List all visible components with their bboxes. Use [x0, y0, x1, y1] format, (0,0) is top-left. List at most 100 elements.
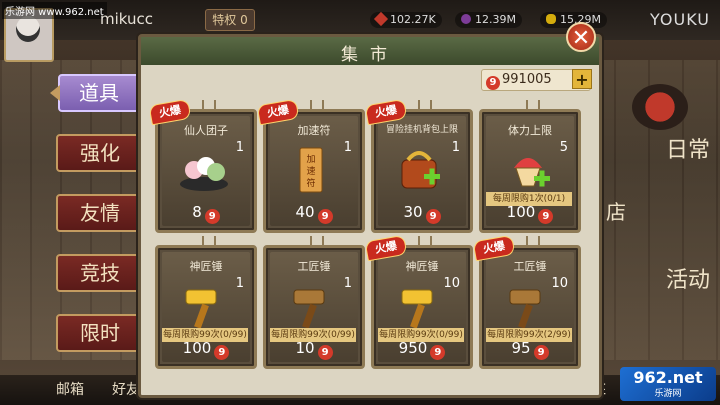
- item-quantity: 1: [343, 140, 352, 155]
- watermark-bottom: 962.net 乐游网: [620, 367, 716, 401]
- item-name: 工匠锤: [297, 260, 331, 273]
- svg-text:速: 速: [306, 166, 315, 177]
- item-quantity: 1: [343, 276, 352, 291]
- gold-hammer-icon: [185, 289, 217, 329]
- backpack-icon: [401, 151, 440, 189]
- item-card[interactable]: 神匠锤 1 每周限购99次(0/99) 100 9: [155, 236, 257, 369]
- item-card[interactable]: 火爆 工匠锤 10 每周限购99次(2/99) 95 9: [472, 234, 581, 369]
- hanging-hook-icon: [526, 100, 540, 112]
- tab-items-label: 道具: [79, 81, 119, 105]
- item-price: 95 9: [482, 339, 578, 360]
- watermark-top: 乐游网 www.962.net: [2, 2, 107, 19]
- hanging-hook-icon: [202, 100, 216, 112]
- item-name: 工匠锤: [513, 260, 547, 273]
- resource-sword: 102.27K: [370, 11, 442, 28]
- item-quantity: 1: [235, 140, 244, 155]
- item-name: 加速符: [297, 124, 331, 137]
- player-name: mikucc: [100, 10, 154, 28]
- tab-enhance[interactable]: 强化: [56, 134, 144, 172]
- item-card[interactable]: 体力上限 5 每周限购1次(0/1) 100 9: [479, 100, 581, 233]
- active-tab-arrow-icon: [50, 85, 60, 101]
- svg-text:加: 加: [306, 154, 315, 165]
- youku-watermark: YOUKU: [650, 10, 710, 29]
- item-price: 89: [158, 203, 254, 224]
- item-price-value: 100: [182, 339, 212, 357]
- price-coin-icon: 9: [533, 345, 549, 360]
- item-quantity: 1: [235, 276, 244, 291]
- nav-friends[interactable]: 好友: [112, 379, 140, 399]
- item-price-value: 8: [192, 203, 202, 221]
- speed-talisman-icon: 加 速 符: [299, 147, 323, 193]
- grape-icon: [461, 14, 471, 24]
- tab-arena-label: 竞技: [80, 261, 120, 285]
- item-price: 100 9: [158, 339, 254, 360]
- shaved-ice-icon: [514, 158, 550, 187]
- menu-daily[interactable]: 日常: [666, 132, 710, 164]
- hanging-hook-icon: [310, 236, 324, 248]
- menu-activity[interactable]: 活动: [666, 262, 710, 294]
- item-name: 仙人团子: [184, 124, 228, 137]
- price-coin-icon: 9: [538, 209, 554, 224]
- item-card[interactable]: 火爆 加速符 1 加 速 符 40 9: [256, 98, 365, 233]
- menu-shop[interactable]: 店: [606, 196, 626, 225]
- item-price: 40 9: [266, 203, 362, 224]
- market-title: 集市: [341, 45, 399, 65]
- svg-text:符: 符: [306, 177, 315, 189]
- currency-coin-icon: 9: [486, 76, 500, 90]
- nav-mailbox[interactable]: 邮箱: [56, 379, 84, 399]
- moneybag-icon: [546, 14, 556, 24]
- bronze-hammer-icon: [509, 289, 541, 329]
- item-price: 100 9: [482, 203, 578, 224]
- close-button[interactable]: ✕: [566, 22, 596, 52]
- price-coin-icon: 9: [214, 345, 230, 360]
- resource-sword-value: 102.27K: [390, 13, 436, 26]
- tab-friendship-label: 友情: [80, 201, 120, 225]
- item-price: 30 9: [374, 203, 470, 224]
- item-name: 体力上限: [508, 124, 552, 137]
- privilege-button[interactable]: 特权 0: [205, 9, 255, 31]
- tab-limited-label: 限时: [80, 321, 120, 345]
- item-price: 950 9: [374, 339, 470, 360]
- hanging-hook-icon: [418, 236, 432, 248]
- item-name: 神匠锤: [405, 260, 439, 273]
- privilege-level: 0: [240, 13, 248, 27]
- daily-emblem-icon: [632, 84, 688, 130]
- watermark-bottom-brand: 962.net: [633, 368, 703, 387]
- item-card[interactable]: 火爆 神匠锤 10 每周限购99次(0/99) 950 9: [364, 234, 473, 369]
- privilege-label: 特权: [212, 13, 237, 27]
- gold-hammer-icon: [401, 289, 433, 329]
- price-coin-icon: 9: [317, 345, 333, 360]
- currency-display: 9 991005 +: [481, 69, 592, 91]
- hanging-hook-icon: [202, 236, 216, 248]
- item-price-value: 40: [295, 203, 315, 221]
- hanging-hook-icon: [418, 100, 432, 112]
- item-card[interactable]: 工匠锤 1 每周限购99次(0/99) 10 9: [263, 236, 365, 369]
- item-name: 冒险挂机背包上限: [385, 125, 458, 135]
- add-currency-button[interactable]: +: [572, 69, 592, 89]
- item-price-value: 10: [295, 339, 315, 357]
- hanging-hook-icon: [310, 100, 324, 112]
- item-name: 神匠锤: [189, 260, 223, 273]
- price-coin-icon: 9: [204, 209, 220, 224]
- item-quantity: 5: [559, 140, 568, 155]
- bronze-hammer-icon: [293, 289, 325, 329]
- sword-icon: [373, 11, 389, 27]
- tab-items[interactable]: 道具: [50, 74, 140, 112]
- watermark-bottom-sub: 乐游网: [654, 389, 682, 399]
- item-card[interactable]: 火爆 冒险挂机背包上限 1 30 9: [364, 98, 473, 233]
- tab-friendship[interactable]: 友情: [56, 194, 144, 232]
- item-price-value: 100: [506, 203, 536, 221]
- resource-grape-value: 12.39M: [475, 13, 516, 26]
- item-quantity: 1: [451, 140, 460, 155]
- tab-limited[interactable]: 限时: [56, 314, 144, 352]
- item-card[interactable]: 火爆 仙人团子 1 89: [148, 98, 257, 233]
- tab-enhance-label: 强化: [80, 141, 120, 165]
- item-price-value: 95: [511, 339, 531, 357]
- price-coin-icon: 9: [317, 209, 333, 224]
- tab-arena[interactable]: 竞技: [56, 254, 144, 292]
- item-price-value: 30: [403, 203, 423, 221]
- resource-grape: 12.39M: [455, 12, 522, 28]
- item-price: 10 9: [266, 339, 362, 360]
- dango-icon: [180, 157, 228, 191]
- market-panel: 集市 9 991005 + 火爆 仙人团子 1 89 火爆 加速符 1 加 速 …: [138, 34, 602, 398]
